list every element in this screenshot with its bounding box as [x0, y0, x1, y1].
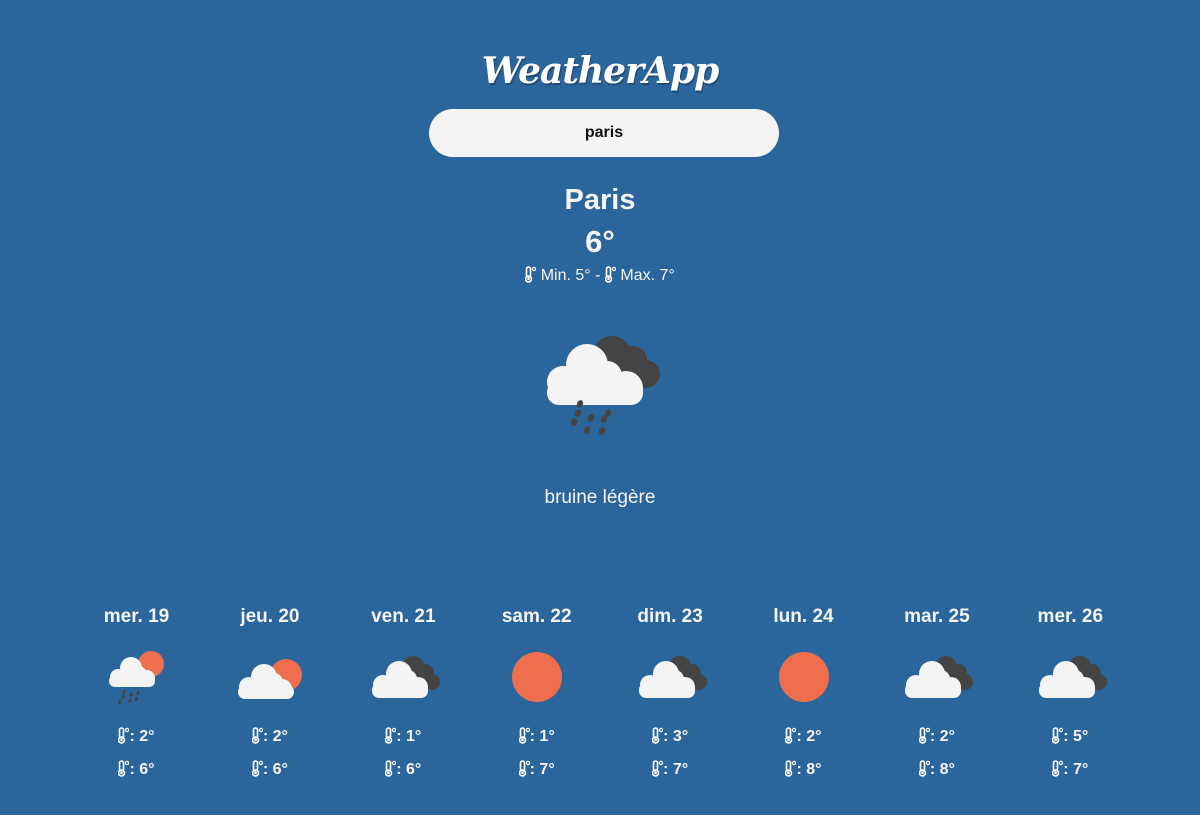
- sun-cloud-icon: [234, 649, 306, 709]
- clouds-icon: [1035, 649, 1107, 709]
- forecast-min-value: : 2°: [262, 728, 288, 745]
- sun-icon: [501, 649, 573, 709]
- forecast-max-temperature: : 6°: [337, 760, 470, 779]
- thermometer-icon: [785, 727, 797, 746]
- forecast-max-temperature: : 7°: [604, 760, 737, 779]
- forecast-max-value: : 6°: [396, 761, 422, 778]
- forecast-day: mer. 26 : 5° : 7°: [1004, 605, 1137, 795]
- forecast-day-label: mer. 26: [1037, 606, 1104, 627]
- forecast-max-value: : 7°: [663, 761, 689, 778]
- min-max-temperature: Min. 5° - Max. 7°: [0, 266, 1200, 285]
- forecast-min-temperature: : 3°: [604, 727, 737, 746]
- forecast-max-value: : 6°: [129, 761, 155, 778]
- forecast-day-label: dim. 23: [637, 606, 703, 627]
- thermometer-icon: [251, 727, 264, 746]
- forecast-day: lun. 24 : 2° : 8°: [737, 605, 870, 795]
- forecast-min-value: : 2°: [796, 728, 822, 745]
- forecast-day: dim. 23 : 3° : 7°: [604, 605, 737, 795]
- forecast-min-value: : 1°: [396, 728, 422, 745]
- forecast-min-value: : 2°: [929, 728, 955, 745]
- forecast-min-temperature: : 2°: [737, 727, 870, 746]
- forecast-day: mer. 19 : 2° : 6°: [70, 605, 203, 795]
- forecast-max-temperature: : 6°: [70, 760, 203, 779]
- thermometer-icon: [524, 266, 537, 285]
- forecast-min-value: : 3°: [663, 728, 689, 745]
- thermometer-icon: [785, 760, 797, 779]
- forecast-max-temperature: : 7°: [1004, 760, 1137, 779]
- forecast-list: mer. 19 : 2° : 6° jeu. 20 : 2° : 6° ven. 21 : 1…: [70, 605, 1137, 795]
- sun-cloud-drizzle-icon: [101, 649, 173, 709]
- forecast-day-label: mar. 25: [904, 606, 970, 627]
- thermometer-icon: [518, 727, 530, 746]
- forecast-day-label: mer. 19: [103, 606, 170, 627]
- forecast-max-temperature: : 6°: [203, 760, 336, 779]
- thermometer-icon: [118, 760, 130, 779]
- thermometer-icon: [251, 760, 264, 779]
- app-logo: WeatherApp: [481, 50, 720, 92]
- forecast-day-label: ven. 21: [371, 606, 436, 627]
- current-temperature: 6°: [585, 224, 615, 259]
- city-search-input[interactable]: [429, 109, 779, 157]
- forecast-day-label: lun. 24: [773, 606, 834, 627]
- forecast-day: jeu. 20 : 2° : 6°: [203, 605, 336, 795]
- forecast-max-temperature: : 8°: [870, 760, 1003, 779]
- forecast-max-value: : 7°: [1063, 761, 1089, 778]
- clouds-icon: [901, 649, 974, 709]
- forecast-min-temperature: : 1°: [470, 727, 603, 746]
- max-temperature: Max. 7°: [620, 267, 675, 284]
- weather-app: WeatherApp Paris 6° Min. 5° - Max. 7°: [0, 0, 1200, 815]
- forecast-min-temperature: : 2°: [70, 727, 203, 746]
- thermometer-icon: [1051, 760, 1064, 779]
- forecast-day: sam. 22 : 1° : 7°: [470, 605, 603, 795]
- forecast-day: mar. 25 : 2° : 8°: [870, 605, 1003, 795]
- clouds-icon: [635, 649, 707, 709]
- weather-description: bruine légère: [544, 487, 656, 508]
- thermometer-icon: [384, 727, 397, 746]
- thermometer-icon: [651, 760, 664, 779]
- forecast-max-value: : 7°: [529, 761, 555, 778]
- forecast-min-temperature: : 2°: [203, 727, 336, 746]
- forecast-min-temperature: : 2°: [870, 727, 1003, 746]
- forecast-min-value: : 2°: [129, 728, 155, 745]
- min-temperature: Min. 5°: [540, 267, 591, 284]
- thermometer-icon: [1051, 727, 1064, 746]
- drizzle-cloud-icon: [540, 330, 665, 440]
- thermometer-icon: [384, 760, 397, 779]
- forecast-day: ven. 21 : 1° : 6°: [337, 605, 470, 795]
- forecast-min-value: : 1°: [529, 728, 555, 745]
- thermometer-icon: [918, 760, 931, 779]
- forecast-max-temperature: : 7°: [470, 760, 603, 779]
- forecast-max-value: : 8°: [796, 761, 822, 778]
- city-name: Paris: [564, 184, 636, 216]
- thermometer-icon: [651, 727, 664, 746]
- forecast-min-temperature: : 5°: [1004, 727, 1137, 746]
- forecast-max-value: : 6°: [262, 761, 288, 778]
- forecast-max-value: : 8°: [929, 761, 955, 778]
- forecast-min-value: : 5°: [1063, 728, 1089, 745]
- thermometer-icon: [118, 727, 130, 746]
- forecast-day-label: jeu. 20: [240, 606, 300, 627]
- separator: -: [595, 267, 601, 284]
- forecast-day-label: sam. 22: [501, 606, 572, 627]
- sun-icon: [768, 649, 840, 709]
- thermometer-icon: [518, 760, 530, 779]
- thermometer-icon: [918, 727, 931, 746]
- thermometer-icon: [604, 266, 617, 285]
- clouds-icon: [368, 649, 440, 709]
- forecast-min-temperature: : 1°: [337, 727, 470, 746]
- forecast-max-temperature: : 8°: [737, 760, 870, 779]
